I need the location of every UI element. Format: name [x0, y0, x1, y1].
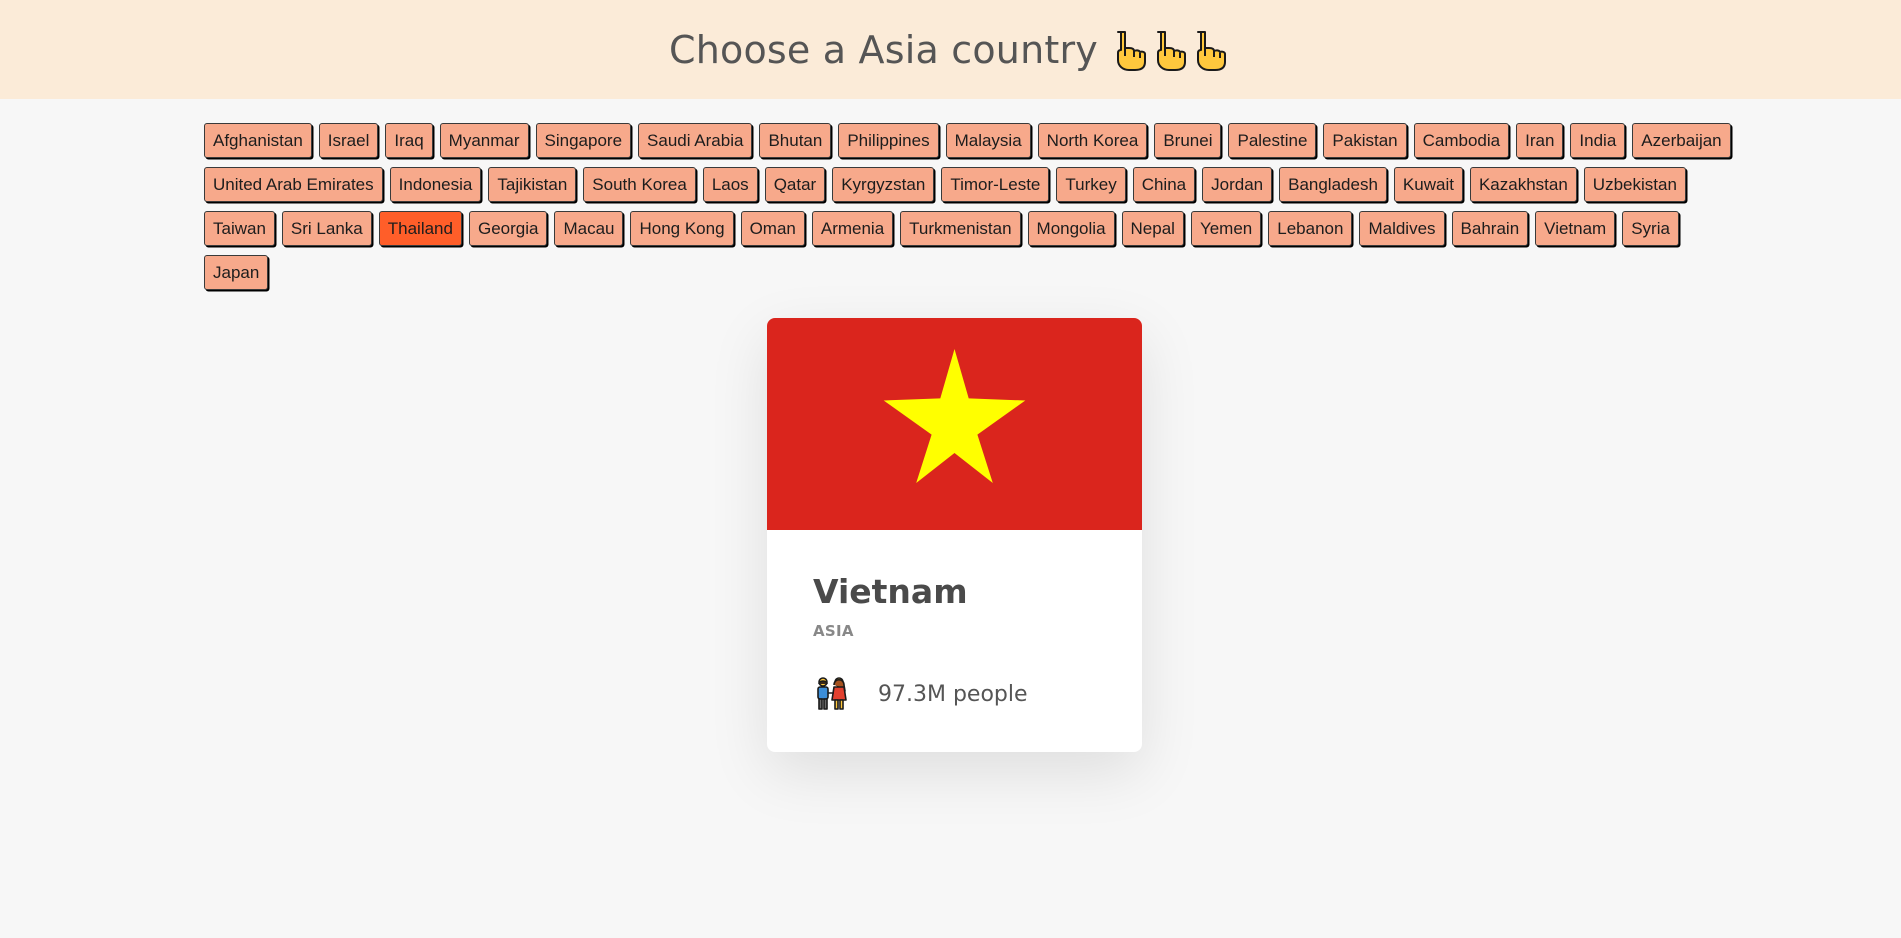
- country-button-afghanistan[interactable]: Afghanistan: [204, 123, 312, 158]
- country-button-israel[interactable]: Israel: [318, 123, 379, 158]
- country-button-bahrain[interactable]: Bahrain: [1451, 211, 1529, 246]
- country-button-palestine[interactable]: Palestine: [1228, 123, 1317, 158]
- country-button-india[interactable]: India: [1570, 123, 1626, 158]
- country-button-maldives[interactable]: Maldives: [1359, 211, 1445, 246]
- pointing-hand-icon: [1112, 28, 1152, 72]
- country-button-south-korea[interactable]: South Korea: [583, 167, 696, 202]
- country-button-georgia[interactable]: Georgia: [468, 211, 548, 246]
- country-button-taiwan[interactable]: Taiwan: [204, 211, 275, 246]
- country-button-pakistan[interactable]: Pakistan: [1323, 123, 1407, 158]
- country-button-armenia[interactable]: Armenia: [811, 211, 894, 246]
- country-button-nepal[interactable]: Nepal: [1121, 211, 1184, 246]
- country-row: Afghanistan Israel Iraq Myanmar Singapore Sau…: [204, 123, 1731, 159]
- country-card: Vietnam ASIA 97.3M people: [767, 318, 1142, 752]
- country-button-kazakhstan[interactable]: Kazakhstan: [1469, 167, 1577, 202]
- country-button-iraq[interactable]: Iraq: [385, 123, 433, 158]
- country-button-cambodia[interactable]: Cambodia: [1413, 123, 1510, 158]
- page-title-text: Choose a Asia country: [669, 27, 1098, 72]
- country-button-china[interactable]: China: [1132, 167, 1196, 202]
- card-body: Vietnam ASIA 97.3M people: [767, 530, 1142, 712]
- country-region: ASIA: [813, 622, 854, 640]
- country-button-laos[interactable]: Laos: [702, 167, 758, 202]
- country-button-hong-kong[interactable]: Hong Kong: [630, 211, 734, 246]
- people-holding-hands-icon: [813, 676, 849, 712]
- country-button-united-arab-emirates[interactable]: United Arab Emirates: [204, 167, 383, 202]
- country-row: Japan: [204, 255, 1704, 291]
- country-button-qatar[interactable]: Qatar: [764, 167, 826, 202]
- country-button-azerbaijan[interactable]: Azerbaijan: [1632, 123, 1731, 158]
- pointer-icons: [1112, 28, 1232, 72]
- country-button-thailand[interactable]: Thailand: [378, 211, 462, 246]
- vietnam-flag: [767, 318, 1142, 530]
- country-button-sri-lanka[interactable]: Sri Lanka: [281, 211, 372, 246]
- population-row: 97.3M people: [813, 676, 1096, 712]
- country-button-mongolia[interactable]: Mongolia: [1027, 211, 1115, 246]
- country-button-oman[interactable]: Oman: [740, 211, 805, 246]
- country-button-macau[interactable]: Macau: [554, 211, 624, 246]
- country-button-singapore[interactable]: Singapore: [535, 123, 632, 158]
- country-button-bangladesh[interactable]: Bangladesh: [1279, 167, 1387, 202]
- country-row: Taiwan Sri Lanka Thailand Georgia Macau Hong …: [204, 211, 1704, 247]
- country-button-kuwait[interactable]: Kuwait: [1393, 167, 1463, 202]
- country-button-syria[interactable]: Syria: [1622, 211, 1679, 246]
- country-button-lebanon[interactable]: Lebanon: [1268, 211, 1353, 246]
- country-button-vietnam[interactable]: Vietnam: [1535, 211, 1616, 246]
- header: Choose a Asia country: [0, 0, 1901, 99]
- country-button-yemen[interactable]: Yemen: [1190, 211, 1262, 246]
- country-button-kyrgyzstan[interactable]: Kyrgyzstan: [832, 167, 935, 202]
- country-button-tajikistan[interactable]: Tajikistan: [488, 167, 577, 202]
- country-button-myanmar[interactable]: Myanmar: [439, 123, 529, 158]
- country-buttons: Afghanistan Israel Iraq Myanmar Singapore Sau…: [204, 123, 1731, 299]
- country-button-philippines[interactable]: Philippines: [838, 123, 939, 158]
- country-button-turkmenistan[interactable]: Turkmenistan: [900, 211, 1021, 246]
- country-button-brunei[interactable]: Brunei: [1154, 123, 1222, 158]
- country-button-japan[interactable]: Japan: [204, 255, 269, 290]
- country-button-north-korea[interactable]: North Korea: [1037, 123, 1148, 158]
- pointing-hand-icon: [1192, 28, 1232, 72]
- country-button-bhutan[interactable]: Bhutan: [759, 123, 832, 158]
- page-title: Choose a Asia country: [669, 28, 1232, 72]
- population-text: 97.3M people: [878, 681, 1028, 707]
- country-row: United Arab Emirates Indonesia Tajikistan S…: [204, 167, 1704, 203]
- country-button-jordan[interactable]: Jordan: [1202, 167, 1273, 202]
- country-button-malaysia[interactable]: Malaysia: [945, 123, 1031, 158]
- pointing-hand-icon: [1152, 28, 1192, 72]
- country-button-turkey[interactable]: Turkey: [1056, 167, 1126, 202]
- country-button-uzbekistan[interactable]: Uzbekistan: [1583, 167, 1686, 202]
- country-button-iran[interactable]: Iran: [1516, 123, 1564, 158]
- country-button-indonesia[interactable]: Indonesia: [389, 167, 482, 202]
- country-name: Vietnam: [813, 572, 968, 611]
- country-button-timor-leste[interactable]: Timor-Leste: [941, 167, 1050, 202]
- country-button-saudi-arabia[interactable]: Saudi Arabia: [638, 123, 753, 158]
